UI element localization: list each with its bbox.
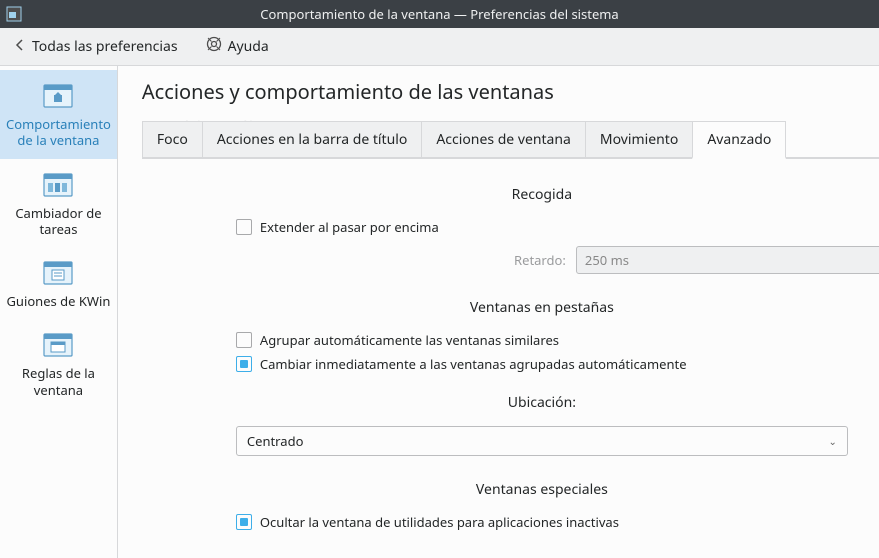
auto-group-checkbox[interactable] <box>236 332 252 348</box>
extend-hover-label: Extender al pasar por encima <box>260 218 439 236</box>
hide-utility-label: Ocultar la ventana de utilidades para ap… <box>260 513 619 531</box>
tab-moving[interactable]: Movimiento <box>585 121 693 157</box>
chevron-down-icon: ⌄ <box>829 434 837 448</box>
app-icon <box>6 6 22 22</box>
sidebar-item-window-rules[interactable]: Reglas de la ventana <box>0 319 117 408</box>
hide-utility-row: Ocultar la ventana de utilidades para ap… <box>142 513 879 531</box>
placement-select[interactable]: Centrado ⌄ <box>236 426 848 456</box>
extend-hover-checkbox[interactable] <box>236 219 252 235</box>
delay-label: Retardo: <box>236 251 566 269</box>
delay-spinbox[interactable]: 250 ms ▲▼ <box>576 246 879 274</box>
tab-window-actions[interactable]: Acciones de ventana <box>421 121 586 157</box>
tab-titlebar-actions[interactable]: Acciones en la barra de título <box>202 121 423 157</box>
shading-section-title: Recogida <box>142 185 879 204</box>
sidebar-item-window-behavior[interactable]: Comportamiento de la ventana <box>0 70 117 159</box>
sidebar-item-label: Comportamiento de la ventana <box>6 116 111 149</box>
tab-focus[interactable]: Foco <box>142 121 203 157</box>
special-section-title: Ventanas especiales <box>142 480 879 499</box>
tabbing-section-title: Ventanas en pestañas <box>142 298 879 317</box>
placement-value: Centrado <box>247 432 829 450</box>
hide-utility-checkbox[interactable] <box>236 514 252 530</box>
toolbar: Todas las preferencias Ayuda <box>0 28 879 66</box>
sidebar: Comportamiento de la ventana Cambiador d… <box>0 66 118 558</box>
help-label: Ayuda <box>228 37 269 56</box>
sidebar-item-label: Guiones de KWin <box>6 293 110 309</box>
back-button[interactable]: Todas las preferencias <box>8 33 184 60</box>
placement-row: Centrado ⌄ <box>142 426 879 456</box>
back-label: Todas las preferencias <box>32 37 178 56</box>
tabbar: Foco Acciones en la barra de título Acci… <box>142 121 879 159</box>
placement-section-title: Ubicación: <box>142 393 879 412</box>
task-switcher-icon <box>42 169 74 201</box>
extend-hover-row: Extender al pasar por encima <box>142 218 879 236</box>
lifebuoy-icon <box>206 36 222 57</box>
page-title: Acciones y comportamiento de las ventana… <box>142 78 879 105</box>
help-button[interactable]: Ayuda <box>200 32 275 61</box>
switch-grouped-checkbox[interactable] <box>236 356 252 372</box>
switch-grouped-label: Cambiar inmediatamente a las ventanas ag… <box>260 355 687 373</box>
delay-value: 250 ms <box>585 251 879 269</box>
switch-grouped-row: Cambiar inmediatamente a las ventanas ag… <box>142 355 879 373</box>
sidebar-item-label: Reglas de la ventana <box>6 365 111 398</box>
sidebar-item-kwin-scripts[interactable]: Guiones de KWin <box>0 247 117 319</box>
auto-group-label: Agrupar automáticamente las ventanas sim… <box>260 331 559 349</box>
kwin-scripts-icon <box>42 257 74 289</box>
auto-group-row: Agrupar automáticamente las ventanas sim… <box>142 331 879 349</box>
window-rules-icon <box>42 329 74 361</box>
window-title: Comportamiento de la ventana — Preferenc… <box>0 5 879 23</box>
content-panel: Acciones y comportamiento de las ventana… <box>118 66 879 558</box>
sidebar-item-task-switcher[interactable]: Cambiador de tareas <box>0 159 117 248</box>
window-behavior-icon <box>42 80 74 112</box>
delay-row: Retardo: 250 ms ▲▼ <box>142 246 879 274</box>
tab-advanced[interactable]: Avanzado <box>692 121 786 159</box>
main-area: Comportamiento de la ventana Cambiador d… <box>0 66 879 558</box>
advanced-panel: Recogida Extender al pasar por encima Re… <box>142 159 879 531</box>
chevron-left-icon <box>14 37 26 56</box>
titlebar: Comportamiento de la ventana — Preferenc… <box>0 0 879 28</box>
sidebar-item-label: Cambiador de tareas <box>6 205 111 238</box>
